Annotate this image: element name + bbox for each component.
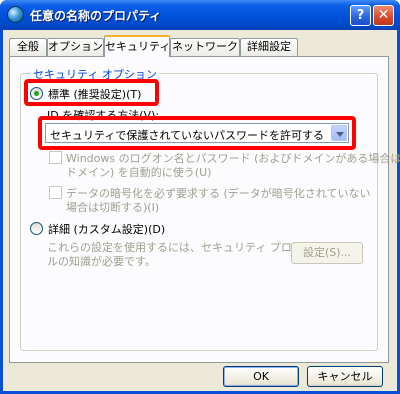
security-tab-panel: セキュリティ オプション 標準 (推奨設定)(T) ID を確認する方法(V):… [9, 56, 400, 363]
cancel-button[interactable]: キャンセル [307, 366, 383, 387]
tab-general[interactable]: 全般 [9, 38, 47, 56]
network-globe-icon [7, 6, 24, 23]
close-button[interactable]: ✕ [373, 5, 394, 26]
advanced-radio-label[interactable]: 詳細 (カスタム設定)(D) [48, 221, 165, 237]
highlight-typical [24, 79, 159, 106]
require-encryption-checkbox[interactable] [49, 186, 62, 199]
properties-dialog: 任意の名称のプロパティ ? ✕ 全般 オプション セキュリティ ネットワーク 詳… [0, 0, 400, 394]
dialog-body: 全般 オプション セキュリティ ネットワーク 詳細設定 セキュリティ オプション… [3, 30, 400, 391]
ok-button[interactable]: OK [223, 366, 299, 387]
advanced-description-line2: ルの知識が必要です。 [47, 255, 156, 268]
use-windows-logon-label-line2: ドメイン) を自動的に使う(U) [66, 166, 212, 179]
security-options-group: セキュリティ オプション 標準 (推奨設定)(T) ID を確認する方法(V):… [20, 66, 400, 351]
tab-networking[interactable]: ネットワーク [170, 38, 240, 56]
tab-security[interactable]: セキュリティ [104, 35, 170, 57]
use-windows-logon-checkbox[interactable] [49, 151, 62, 164]
settings-button[interactable]: 設定(S)... [291, 242, 363, 264]
title-bar[interactable]: 任意の名称のプロパティ ? ✕ [0, 0, 400, 30]
highlight-verify-combobox [38, 116, 356, 150]
tab-options[interactable]: オプション [47, 38, 104, 56]
require-encryption-label-line2: 場合は切断する)(I) [66, 201, 160, 214]
tab-advanced[interactable]: 詳細設定 [240, 38, 298, 56]
help-button[interactable]: ? [350, 5, 371, 26]
window-title: 任意の名称のプロパティ [30, 9, 162, 23]
advanced-radio[interactable] [30, 222, 43, 235]
